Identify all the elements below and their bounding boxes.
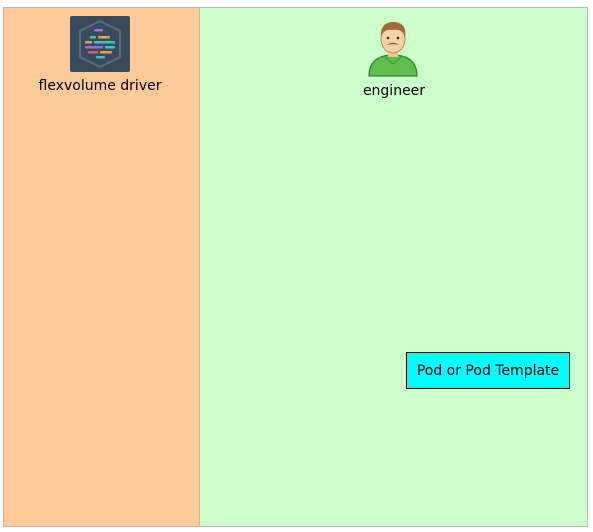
pod-node-label: Pod or Pod Template [416, 362, 560, 379]
person-icon [368, 22, 418, 77]
code-hexagon-icon [70, 16, 130, 72]
engineer-label: engineer [362, 83, 426, 99]
pod-or-pod-template-node[interactable]: Pod or Pod Template [406, 352, 570, 389]
flexvolume-driver-label: flexvolume driver [38, 78, 162, 94]
